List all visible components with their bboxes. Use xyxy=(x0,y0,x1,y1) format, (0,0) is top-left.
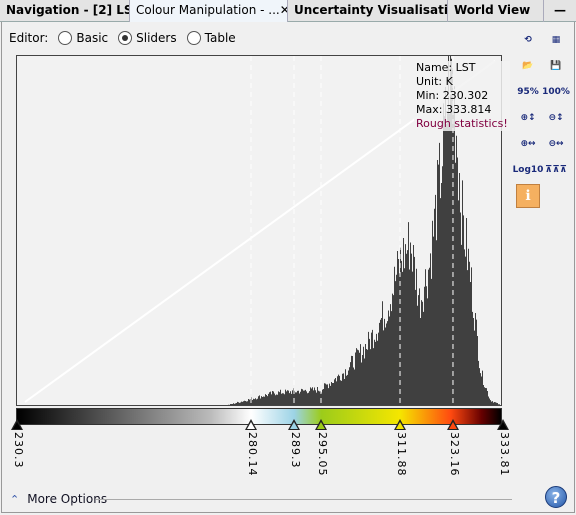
stat-max: Max: 333.814 xyxy=(416,103,492,116)
zoom-in-vertical-button[interactable]: ⊕↕ xyxy=(516,106,540,130)
slider-value-label: 230.3 xyxy=(11,432,25,469)
info-button[interactable]: ℹ xyxy=(516,184,540,208)
range-95-button[interactable]: 95% xyxy=(516,80,540,104)
zoom-in-vertical-icon: ⊕↕ xyxy=(520,113,536,123)
tab-bar: Navigation - [2] LST Colour Manipulation … xyxy=(0,0,576,22)
slider-handle-icon[interactable] xyxy=(314,419,327,430)
log10-icon: Log10 xyxy=(512,165,544,175)
import-palette-button[interactable]: ▦ xyxy=(544,28,568,52)
slider-handle-icon[interactable] xyxy=(244,419,257,430)
more-options-toggle[interactable]: ⌃ More Options xyxy=(10,492,107,506)
tab-1[interactable]: Colour Manipulation - ...✕ xyxy=(130,0,288,22)
zoom-in-horizontal-icon: ⊕↔ xyxy=(520,139,536,149)
help-button[interactable]: ? xyxy=(545,486,567,508)
zoom-out-horizontal-button[interactable]: ⊖↔ xyxy=(544,132,568,156)
range-95-icon: 95% xyxy=(517,87,539,97)
slider-value-label: 295.05 xyxy=(315,432,329,477)
colour-bar[interactable] xyxy=(16,408,502,425)
editor-radio-table[interactable]: Table xyxy=(181,31,236,45)
zoom-out-vertical-icon: ⊖↕ xyxy=(548,113,564,123)
radio-icon[interactable] xyxy=(58,31,73,45)
distribute-sliders-icon: ⊼⊼⊼ xyxy=(545,165,567,175)
slider-value-label: 323.16 xyxy=(447,432,461,477)
stat-unit: Unit: K xyxy=(416,75,453,88)
open-file-button[interactable]: 📂 xyxy=(516,54,540,78)
radio-label: Sliders xyxy=(136,31,177,45)
slider-value-label: 280.14 xyxy=(245,432,259,477)
log10-button[interactable]: Log10 xyxy=(513,158,544,182)
tab-label: Uncertainty Visualisation xyxy=(294,3,448,17)
radio-label: Table xyxy=(204,31,236,45)
tab-label: Navigation - [2] LST xyxy=(6,3,130,17)
zoom-out-horizontal-icon: ⊖↔ xyxy=(548,139,564,149)
editor-mode-group: Editor: Basic Sliders Table xyxy=(9,31,236,45)
tab-0[interactable]: Navigation - [2] LST xyxy=(0,0,130,22)
slider-value-label: 333.81 xyxy=(497,432,511,477)
radio-icon[interactable] xyxy=(186,31,201,45)
distribute-sliders-button[interactable]: ⊼⊼⊼ xyxy=(544,158,568,182)
stat-warning: Rough statistics! xyxy=(416,117,508,130)
radio-label: Basic xyxy=(76,31,109,45)
slider-handle-icon[interactable] xyxy=(10,419,23,430)
slider-handle-icon[interactable] xyxy=(496,419,509,430)
editor-label: Editor: xyxy=(9,31,49,45)
radio-icon[interactable] xyxy=(118,31,133,45)
tab-3[interactable]: World View xyxy=(448,0,544,22)
editor-radio-basic[interactable]: Basic xyxy=(52,31,108,45)
import-palette-icon: ▦ xyxy=(551,35,561,45)
slider-value-label: 289.3 xyxy=(289,432,302,469)
toolbar: ⟲ ▦ 📂 💾 95% 100% ⊕↕ ⊖↕ ⊕↔ ⊖↔ Log10 ⊼⊼⊼ ℹ xyxy=(513,28,570,210)
chevron-up-double-icon: ⌃ xyxy=(10,492,20,506)
zoom-in-horizontal-button[interactable]: ⊕↔ xyxy=(516,132,540,156)
tab-label: Colour Manipulation - ... xyxy=(136,3,280,17)
tab-2[interactable]: Uncertainty Visualisation xyxy=(288,0,448,22)
slider-handle-icon[interactable] xyxy=(394,419,407,430)
save-file-icon: 💾 xyxy=(550,61,562,71)
info-icon: ℹ xyxy=(525,188,531,204)
close-tab-icon[interactable]: ✕ xyxy=(280,3,287,22)
statistics-overlay: Name: LST Unit: K Min: 230.302 Max: 333.… xyxy=(414,61,510,131)
divider xyxy=(96,499,512,500)
reset-button[interactable]: ⟲ xyxy=(516,28,540,52)
tab-label: World View xyxy=(454,3,531,17)
reset-icon: ⟲ xyxy=(524,35,532,45)
editor-radio-sliders[interactable]: Sliders xyxy=(112,31,177,45)
zoom-out-vertical-button[interactable]: ⊖↕ xyxy=(544,106,568,130)
range-100-icon: 100% xyxy=(542,87,570,97)
stat-min: Min: 230.302 xyxy=(416,89,489,102)
slider-handle-icon[interactable] xyxy=(288,419,300,430)
slider-value-label: 311.88 xyxy=(395,432,409,477)
open-file-icon: 📂 xyxy=(522,61,534,71)
stat-name: Name: LST xyxy=(416,61,476,74)
range-100-button[interactable]: 100% xyxy=(542,80,570,104)
slider-handle-icon[interactable] xyxy=(446,419,459,430)
save-file-button[interactable]: 💾 xyxy=(544,54,568,78)
minimize-button[interactable]: — xyxy=(544,0,576,22)
